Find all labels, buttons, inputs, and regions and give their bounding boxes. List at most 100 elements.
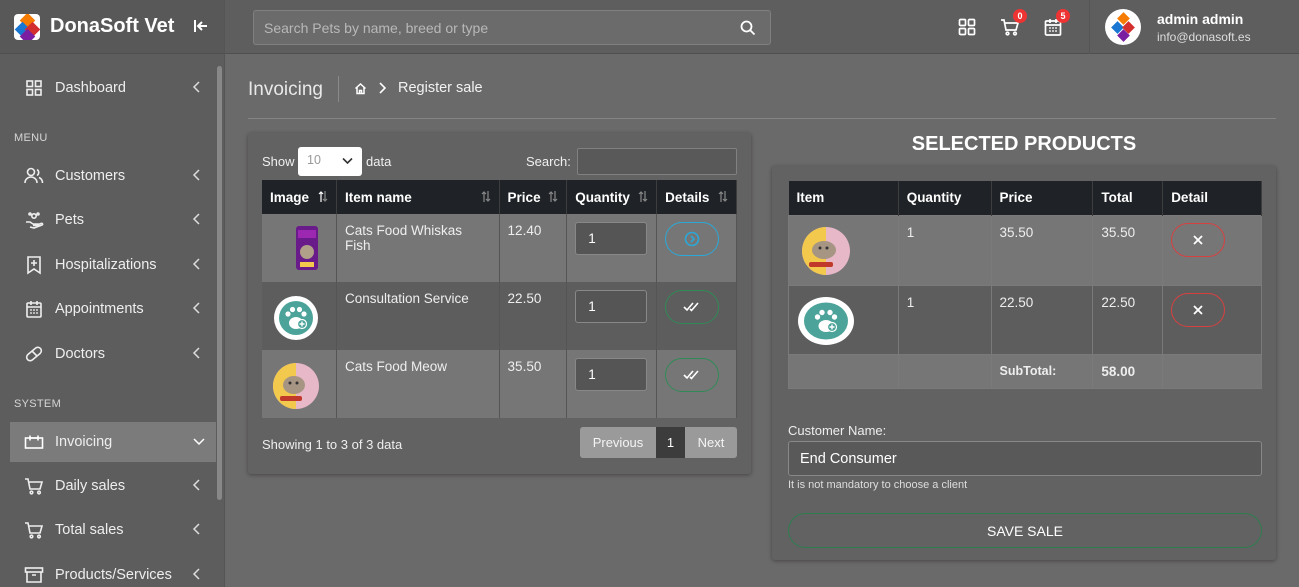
previous-page-button[interactable]: Previous	[580, 427, 656, 458]
selected-products-table: Item Quantity Price Total Detail 1 35.50…	[788, 181, 1262, 389]
calendar-button[interactable]: 5	[1043, 9, 1070, 37]
next-page-button[interactable]: Next	[685, 427, 737, 458]
grid-icon	[24, 78, 44, 98]
quantity-input[interactable]	[575, 222, 648, 255]
column-header-total: Total	[1092, 181, 1164, 215]
item-name: Cats Food Meow	[336, 350, 500, 418]
table-row: 1 35.50 35.50	[788, 214, 1262, 286]
apps-grid-icon[interactable]	[957, 17, 977, 37]
selected-total: 35.50	[1092, 214, 1164, 286]
close-icon	[1193, 304, 1203, 315]
breadcrumb-current: Register sale	[398, 80, 483, 96]
sidebar-item-label: Total sales	[55, 522, 124, 538]
selected-price: 35.50	[990, 214, 1094, 286]
cat-food-meow-image	[273, 363, 319, 409]
column-header-item-name[interactable]: Item name	[336, 180, 500, 214]
page-size-select[interactable]: 10	[298, 147, 362, 176]
section-label-menu: MENU	[14, 132, 48, 144]
details-cell	[656, 282, 737, 350]
chevron-left-icon	[192, 568, 200, 580]
selected-price: 22.50	[990, 284, 1094, 355]
chevron-left-icon	[192, 81, 200, 93]
topbar: 0 5 admin admin info@donasoft.es	[225, 0, 1299, 54]
remove-item-button[interactable]	[1171, 292, 1226, 327]
divider	[338, 76, 339, 102]
customer-name-label: Customer Name:	[788, 423, 887, 438]
product-image-cell	[262, 214, 337, 282]
selected-total: 22.50	[1092, 284, 1164, 355]
pagination: Previous 1 Next	[580, 427, 737, 458]
sidebar-item-label: Appointments	[55, 301, 144, 317]
sidebar-item-total-sales[interactable]: Total sales	[10, 510, 216, 550]
remove-item-button[interactable]	[1171, 222, 1226, 257]
cat-food-bag-image	[296, 226, 318, 270]
sidebar-item-invoicing[interactable]: Invoicing	[10, 422, 216, 462]
column-header-price[interactable]: Price	[499, 180, 568, 214]
avatar[interactable]	[1105, 9, 1141, 45]
column-header-price: Price	[991, 181, 1094, 215]
sidebar-item-customers[interactable]: Customers	[10, 156, 216, 196]
collapse-sidebar-icon[interactable]	[192, 17, 210, 35]
quantity-input[interactable]	[575, 290, 648, 323]
sidebar-item-hospitalizations[interactable]: Hospitalizations	[10, 245, 216, 285]
chevron-left-icon	[192, 347, 200, 359]
sidebar-item-pets[interactable]: Pets	[10, 200, 216, 240]
empty-cell	[897, 353, 992, 389]
sidebar-item-daily-sales[interactable]: Daily sales	[10, 466, 216, 506]
page-title: Invoicing	[248, 79, 323, 100]
chevron-right-icon	[379, 82, 387, 94]
subtotal-row: SubTotal: 58.00	[788, 353, 1262, 389]
quantity-cell	[566, 214, 658, 282]
subtotal-label: SubTotal:	[990, 353, 1094, 389]
product-image-cell	[262, 282, 337, 350]
add-product-button[interactable]	[665, 222, 720, 256]
column-header-quantity[interactable]: Quantity	[566, 180, 658, 214]
section-label-system: SYSTEM	[14, 398, 62, 410]
brand[interactable]: DonaSoft Vet	[0, 0, 224, 54]
added-product-button[interactable]	[665, 358, 720, 392]
product-image-cell	[262, 350, 337, 418]
customer-hint: It is not mandatory to choose a client	[788, 479, 968, 491]
user-name[interactable]: admin admin	[1157, 11, 1243, 27]
page-size-value: 10	[307, 153, 321, 167]
sidebar-item-label: Dashboard	[55, 80, 126, 96]
sidebar-item-doctors[interactable]: Doctors	[10, 334, 216, 374]
sort-icon	[638, 191, 648, 202]
cart-icon	[24, 476, 44, 496]
invoice-icon	[24, 432, 44, 452]
item-price: 35.50	[499, 350, 568, 418]
save-sale-button[interactable]: SAVE SALE	[788, 513, 1262, 548]
table-row: Cats Food Meow 35.50	[262, 350, 737, 418]
column-header-image[interactable]: Image	[262, 180, 337, 214]
sidebar-scrollbar[interactable]	[217, 66, 222, 500]
table-search-input[interactable]	[577, 148, 737, 175]
sidebar-item-appointments[interactable]: Appointments	[10, 289, 216, 329]
item-price: 22.50	[499, 282, 568, 350]
cart-button[interactable]: 0	[1000, 9, 1027, 37]
sidebar-item-dashboard[interactable]: Dashboard	[10, 68, 216, 108]
search-icon[interactable]	[740, 20, 756, 36]
column-header-details[interactable]: Details	[656, 180, 737, 214]
table-row: Consultation Service 22.50	[262, 282, 737, 350]
double-check-icon	[683, 370, 699, 380]
sort-icon	[481, 191, 490, 202]
added-product-button[interactable]	[665, 290, 720, 324]
table-info: Showing 1 to 3 of 3 data	[262, 437, 403, 452]
item-name: Consultation Service	[336, 282, 500, 350]
search-input[interactable]	[254, 11, 770, 44]
home-icon[interactable]	[354, 82, 367, 95]
archive-icon	[24, 565, 44, 585]
customer-name-input[interactable]	[788, 441, 1262, 476]
sidebar-item-products[interactable]: Products/Services	[10, 555, 216, 587]
page-number-button[interactable]: 1	[656, 427, 685, 458]
sidebar-item-label: Customers	[55, 168, 126, 184]
quantity-input[interactable]	[575, 358, 648, 391]
chevron-left-icon	[192, 258, 200, 270]
details-cell	[656, 350, 737, 418]
chevron-left-icon	[192, 169, 200, 181]
chevron-left-icon	[192, 523, 200, 535]
search-box	[253, 10, 771, 45]
pet-hand-icon	[24, 210, 44, 230]
column-header-quantity: Quantity	[898, 181, 992, 215]
close-icon	[1193, 234, 1203, 245]
